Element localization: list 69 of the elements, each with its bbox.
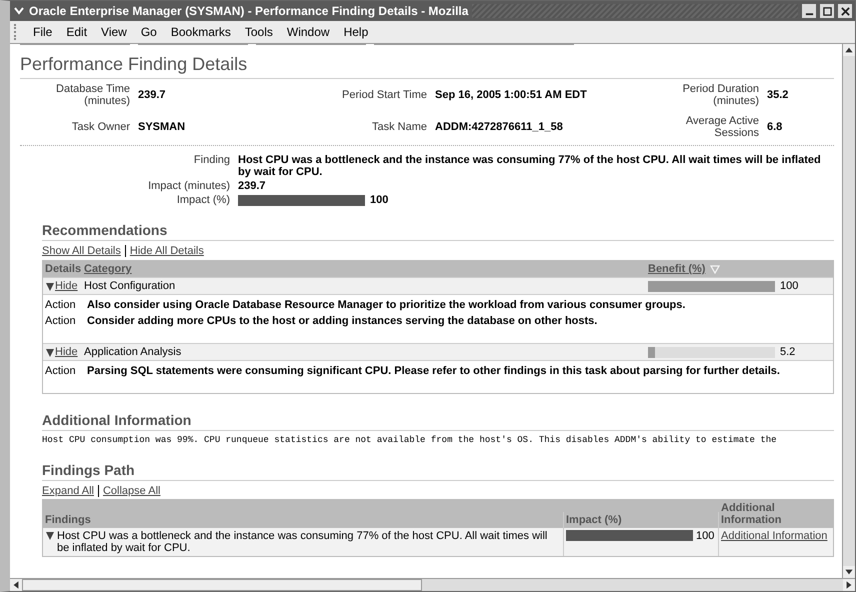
action-text: Parsing SQL statements were consuming significant CPU. Please refer to other findings in this task about parsing for further details. xyxy=(87,365,780,377)
scroll-left-icon[interactable] xyxy=(10,579,22,591)
menu-item[interactable]: Help xyxy=(344,25,368,39)
page-title: Performance Finding Details xyxy=(20,48,834,79)
minimize-icon[interactable] xyxy=(802,4,816,18)
table-cell: 100 xyxy=(780,280,798,292)
section-heading: Recommendations xyxy=(42,214,834,241)
scroll-up-icon[interactable] xyxy=(843,44,855,56)
column-header: Details xyxy=(44,263,82,275)
section-heading: Findings Path xyxy=(42,454,834,481)
field-label: Impact (minutes) xyxy=(147,180,230,192)
scroll-right-icon[interactable] xyxy=(843,579,855,591)
table-cell: 5.2 xyxy=(780,346,796,358)
action-text: Also consider using Oracle Database Resource Manager to prioritize the workload from various consumer groups. xyxy=(87,299,686,311)
field-value: Sep 16, 2005 1:00:51 AM EDT xyxy=(435,89,587,101)
field-label: Task Name xyxy=(370,121,427,133)
field-value: 35.2 xyxy=(767,89,788,101)
expand-triangle-icon[interactable] xyxy=(45,281,55,291)
toggle-link[interactable]: Hide xyxy=(55,280,78,292)
action-text: Consider adding more CPUs to the host or adding instances serving the database on other hosts. xyxy=(87,315,598,327)
field-value: 6.8 xyxy=(767,121,782,133)
field-value: SYSMAN xyxy=(138,121,186,133)
expand-triangle-icon[interactable] xyxy=(45,530,55,540)
close-icon[interactable] xyxy=(838,4,852,18)
link[interactable]: Expand All xyxy=(42,485,94,497)
field-label: Task Owner xyxy=(70,121,130,133)
menu-item[interactable]: Go xyxy=(140,25,157,39)
table-cell: 100 xyxy=(696,530,714,542)
table-cell-text: Host CPU was a bottleneck and the instance was consuming 77% of the host CPU. All wait times will be inflated by wait for CPU. xyxy=(57,530,548,554)
menu-item[interactable]: View xyxy=(101,25,127,39)
window-menu-icon[interactable] xyxy=(13,5,25,17)
column-header[interactable]: Benefit (%) xyxy=(648,263,706,275)
scroll-down-icon[interactable] xyxy=(843,566,855,578)
expand-triangle-icon[interactable] xyxy=(45,347,55,357)
menu-item[interactable]: Bookmarks xyxy=(170,25,231,39)
menu-item[interactable]: Edit xyxy=(66,25,88,39)
action-label: Action xyxy=(45,365,75,377)
finding-text: Host CPU was a bottleneck and the instance was consuming 77% of the host CPU. All wait times will be inflated by wait for CPU. xyxy=(238,154,822,178)
menu-item[interactable]: Window xyxy=(286,25,330,39)
maximize-icon[interactable] xyxy=(820,4,834,18)
field-label: Period Start Time xyxy=(341,89,427,101)
vertical-scrollbar[interactable] xyxy=(842,44,855,578)
field-label: Finding xyxy=(192,154,230,168)
field-value: 239.7 xyxy=(138,89,166,101)
column-header[interactable]: Category xyxy=(84,263,648,275)
section-heading: Additional Information xyxy=(42,404,834,431)
table-cell-text: Application Analysis xyxy=(84,346,182,358)
link[interactable]: Collapse All xyxy=(102,485,160,497)
field-label: Average Active Sessions xyxy=(684,115,759,139)
toggle-link[interactable]: Hide xyxy=(55,346,78,358)
horizontal-scrollbar[interactable] xyxy=(10,578,855,591)
link[interactable]: Show All Details xyxy=(42,245,121,257)
action-label: Action xyxy=(45,299,75,311)
field-value: 239.7 xyxy=(238,180,267,192)
table-cell-text: Host Configuration xyxy=(84,280,176,292)
action-label: Action xyxy=(45,315,75,327)
menu-item[interactable]: Tools xyxy=(244,25,273,39)
impact-value: 100 xyxy=(370,194,388,206)
link[interactable]: Additional Information xyxy=(721,530,828,542)
field-label: Impact (%) xyxy=(176,194,230,206)
field-label: Period Duration (minutes) xyxy=(682,83,759,107)
column-header: Additional Information xyxy=(720,501,782,528)
field-value: ADDM:4272876611_1_58 xyxy=(435,121,563,133)
link[interactable]: Hide All Details xyxy=(130,245,204,257)
info-text: Host CPU consumption was 99%. CPU runqueue statistics are not available from the host's OS. This disables ADDM's ability to estimate the xyxy=(42,434,777,446)
window-title: Oracle Enterprise Manager (SYSMAN) - Performance Finding Details - Mozilla xyxy=(29,4,468,18)
menu-item[interactable]: File xyxy=(33,25,52,39)
field-label: Database Time (minutes) xyxy=(55,83,130,107)
scrollbar-thumb[interactable] xyxy=(22,579,422,591)
